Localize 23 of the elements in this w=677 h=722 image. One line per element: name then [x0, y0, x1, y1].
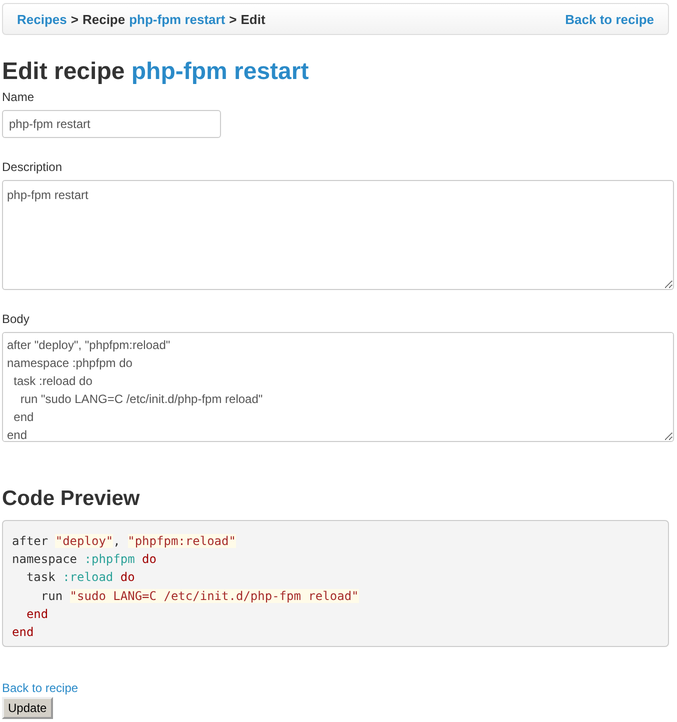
recipe-name: php-fpm restart: [131, 58, 309, 85]
breadcrumb-separator: >: [70, 12, 78, 26]
description-textarea[interactable]: php-fpm restart: [2, 180, 674, 290]
breadcrumb-separator: >: [229, 12, 237, 26]
breadcrumb-text: Recipe: [82, 12, 126, 26]
breadcrumb-link[interactable]: php-fpm restart: [129, 12, 226, 26]
body-textarea[interactable]: after "deploy", "phpfpm:reload" namespace :phpfpm do task :reload do run "sudo LANG=C /etc/init.d/php-fpm reload" end end: [2, 332, 674, 442]
section-title: Code Preview: [2, 486, 141, 512]
breadcrumb-text: Edit: [240, 12, 266, 26]
back-to-recipe-link[interactable]: Back to recipe: [565, 12, 654, 26]
field-label: Description: [2, 160, 64, 174]
field-label: Name: [2, 90, 36, 104]
code-line: task :reload do: [25, 569, 136, 586]
page-title: Edit recipe: [2, 58, 125, 85]
code-line: namespace :phpfpm do: [12, 551, 158, 568]
code-line: end: [25, 606, 50, 623]
field-label: Body: [2, 312, 30, 326]
back-to-recipe-link[interactable]: Back to recipe: [2, 681, 669, 695]
code-line: end: [12, 624, 35, 642]
breadcrumb-link[interactable]: Recipes: [17, 12, 67, 26]
name-input[interactable]: php-fpm restart: [2, 110, 221, 138]
code-line: after "deploy", "phpfpm:reload": [12, 533, 237, 550]
update-button[interactable]: Update: [2, 697, 53, 719]
